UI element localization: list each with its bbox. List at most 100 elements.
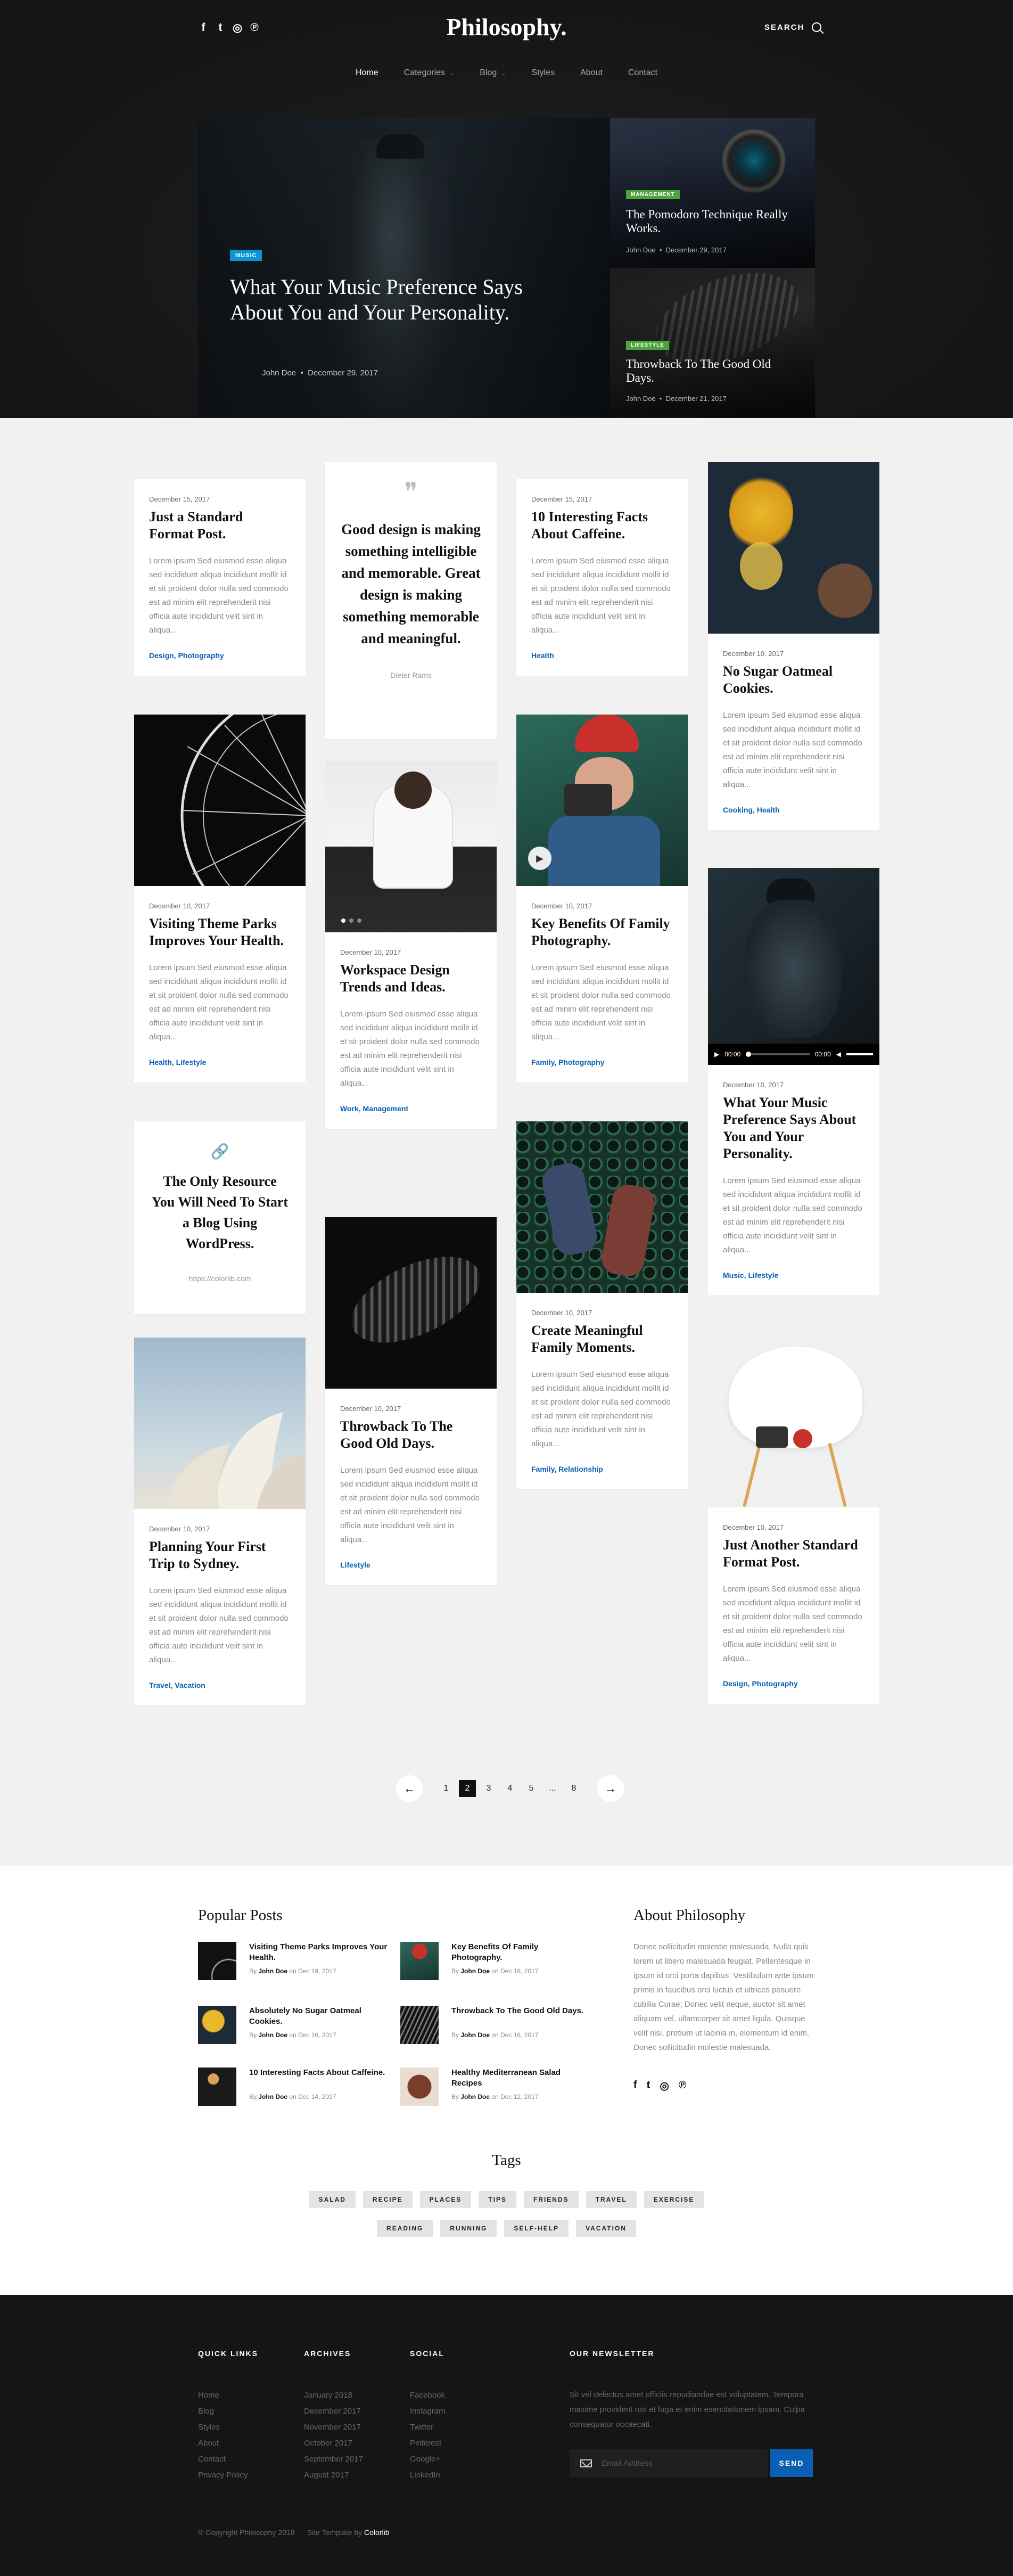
prev-page-button[interactable]: ← [396, 1775, 423, 1802]
instagram-icon[interactable]: ◎ [660, 2079, 669, 2093]
social-link[interactable]: Instagram [410, 2403, 446, 2419]
author[interactable]: John Doe [460, 1967, 490, 1975]
popular-post-title[interactable]: Visiting Theme Parks Improves Your Healt… [249, 1942, 388, 1963]
author[interactable]: John Doe [460, 2031, 490, 2039]
tag-button[interactable]: VACATION [576, 2220, 636, 2237]
play-icon[interactable]: ▶ [714, 1051, 719, 1058]
featured-title[interactable]: What Your Music Preference Says About Yo… [230, 274, 528, 325]
archive-link[interactable]: December 2017 [304, 2403, 363, 2419]
popular-post-title[interactable]: Throwback To The Good Old Days. [451, 2006, 590, 2016]
link-post-url[interactable]: https://colorlib.com [150, 1274, 290, 1283]
archive-link[interactable]: January 2018 [304, 2388, 363, 2403]
side-post-title[interactable]: Throwback To The Good Old Days. [626, 357, 796, 385]
archive-link[interactable]: October 2017 [304, 2435, 363, 2451]
post-categories[interactable]: Work, Management [340, 1104, 481, 1113]
nav-categories[interactable]: Categories ⌄ [391, 68, 467, 78]
author[interactable]: John Doe [258, 2093, 287, 2101]
side-post-title[interactable]: The Pomodoro Technique Really Works. [626, 208, 796, 235]
post-categories[interactable]: Family, Photography [531, 1058, 672, 1067]
facebook-icon[interactable]: f [633, 2079, 637, 2093]
post-title[interactable]: Throwback To The Good Old Days. [340, 1418, 481, 1452]
social-link[interactable]: Google+ [410, 2451, 446, 2467]
post-categories[interactable]: Health, Lifestyle [149, 1058, 290, 1067]
post-title[interactable]: Create Meaningful Family Moments. [531, 1322, 672, 1356]
popular-post[interactable]: Key Benefits Of Family Photography. By J… [400, 1942, 587, 1984]
play-icon[interactable]: ▶ [528, 847, 551, 870]
post-title[interactable]: Just Another Standard Format Post. [723, 1537, 863, 1571]
gallery-dot[interactable] [341, 918, 345, 923]
tag-button[interactable]: FRIENDS [523, 2191, 579, 2208]
popular-post[interactable]: Healthy Mediterranean Salad Recipes By J… [400, 2068, 587, 2110]
post-title[interactable]: Planning Your First Trip to Sydney. [149, 1538, 290, 1572]
social-link[interactable]: LinkedIn [410, 2467, 446, 2483]
pinterest-icon[interactable]: ℗ [679, 2079, 687, 2093]
author[interactable]: John Doe [258, 2031, 287, 2039]
archive-link[interactable]: September 2017 [304, 2451, 363, 2467]
post-categories[interactable]: Design, Photography [149, 651, 290, 660]
author[interactable]: John Doe [626, 246, 656, 254]
page-link[interactable]: 8 [563, 1778, 584, 1799]
post-card[interactable]: December 15, 2017 Just a Standard Format… [134, 479, 306, 676]
tag-button[interactable]: READING [377, 2220, 433, 2237]
nav-contact[interactable]: Contact [615, 68, 670, 78]
popular-post[interactable]: 10 Interesting Facts About Caffeine. By … [198, 2068, 385, 2110]
post-card[interactable]: December 10, 2017 Visiting Theme Parks I… [134, 715, 306, 1082]
twitter-icon[interactable]: t [647, 2079, 650, 2093]
nav-about[interactable]: About [567, 68, 615, 78]
tag-button[interactable]: SALAD [309, 2191, 356, 2208]
link-post-card[interactable]: 🔗 The Only Resource You Will Need To Sta… [134, 1121, 306, 1314]
post-title[interactable]: Workspace Design Trends and Ideas. [340, 962, 481, 996]
newsletter-send-button[interactable]: SEND [770, 2449, 813, 2477]
gallery-dot[interactable] [349, 918, 353, 923]
featured-post-main[interactable]: MUSIC What Your Music Preference Says Ab… [198, 118, 610, 417]
footer-link[interactable]: About [198, 2435, 248, 2451]
tag-button[interactable]: RUNNING [440, 2220, 497, 2237]
category-badge[interactable]: MUSIC [230, 250, 262, 261]
post-card[interactable]: December 15, 2017 10 Interesting Facts A… [516, 479, 688, 676]
audio-progress-bar[interactable] [746, 1052, 810, 1057]
post-card[interactable]: December 10, 2017 Planning Your First Tr… [134, 1338, 306, 1705]
volume-slider[interactable] [846, 1053, 873, 1055]
post-card[interactable]: December 10, 2017 Create Meaningful Fami… [516, 1121, 688, 1489]
post-thumbnail[interactable] [198, 2068, 236, 2106]
featured-post-side-2[interactable]: LIFESTYLE Throwback To The Good Old Days… [610, 268, 815, 417]
post-card[interactable]: December 10, 2017 Just Another Standard … [708, 1336, 879, 1704]
link-post-title[interactable]: The Only Resource You Will Need To Start… [150, 1171, 290, 1254]
post-categories[interactable]: Cooking, Health [723, 806, 863, 814]
post-categories[interactable]: Music, Lifestyle [723, 1271, 863, 1279]
footer-link[interactable]: Contact [198, 2451, 248, 2467]
template-credit-link[interactable]: Colorlib [364, 2528, 389, 2537]
nav-blog[interactable]: Blog ⌄ [467, 68, 518, 78]
popular-post-title[interactable]: Healthy Mediterranean Salad Recipes [451, 2068, 590, 2089]
popular-post[interactable]: Visiting Theme Parks Improves Your Healt… [198, 1942, 387, 1984]
post-title[interactable]: Just a Standard Format Post. [149, 508, 290, 543]
post-title[interactable]: Visiting Theme Parks Improves Your Healt… [149, 915, 290, 949]
author[interactable]: John Doe [258, 1967, 287, 1975]
category-badge[interactable]: MANAGEMENT [626, 190, 680, 199]
post-thumbnail[interactable] [198, 2006, 236, 2044]
video-post-card[interactable]: ▶ December 10, 2017 Key Benefits Of Fami… [516, 715, 688, 1082]
tag-button[interactable]: SELF-HELP [504, 2220, 569, 2237]
post-title[interactable]: Key Benefits Of Family Photography. [531, 915, 672, 949]
archive-link[interactable]: November 2017 [304, 2419, 363, 2435]
social-link[interactable]: Facebook [410, 2388, 446, 2403]
search-button[interactable]: SEARCH [764, 22, 822, 32]
next-page-button[interactable]: → [597, 1775, 624, 1802]
tag-button[interactable]: EXERCISE [644, 2191, 704, 2208]
workspace-gallery-image[interactable] [325, 761, 497, 932]
author[interactable]: John Doe [626, 395, 656, 403]
footer-link[interactable]: Styles [198, 2419, 248, 2435]
popular-post[interactable]: Absolutely No Sugar Oatmeal Cookies. By … [198, 2006, 384, 2048]
post-card[interactable]: December 10, 2017 No Sugar Oatmeal Cooki… [708, 462, 879, 830]
post-categories[interactable]: Travel, Vacation [149, 1681, 290, 1689]
quote-post-card[interactable]: ❞ Good design is making something intell… [325, 462, 497, 739]
audio-post-card[interactable]: ▶ 00:00 00:00 ◀ December 10, 2017 What Y… [708, 868, 879, 1295]
tag-button[interactable]: TIPS [479, 2191, 516, 2208]
volume-icon[interactable]: ◀ [836, 1051, 841, 1058]
email-placeholder[interactable]: Email Address [602, 2459, 653, 2468]
gallery-dot[interactable] [357, 918, 361, 923]
post-thumbnail[interactable] [400, 2068, 439, 2106]
footer-link[interactable]: Blog [198, 2403, 248, 2419]
post-card[interactable]: December 10, 2017 Throwback To The Good … [325, 1217, 497, 1585]
archive-link[interactable]: August 2017 [304, 2467, 363, 2483]
